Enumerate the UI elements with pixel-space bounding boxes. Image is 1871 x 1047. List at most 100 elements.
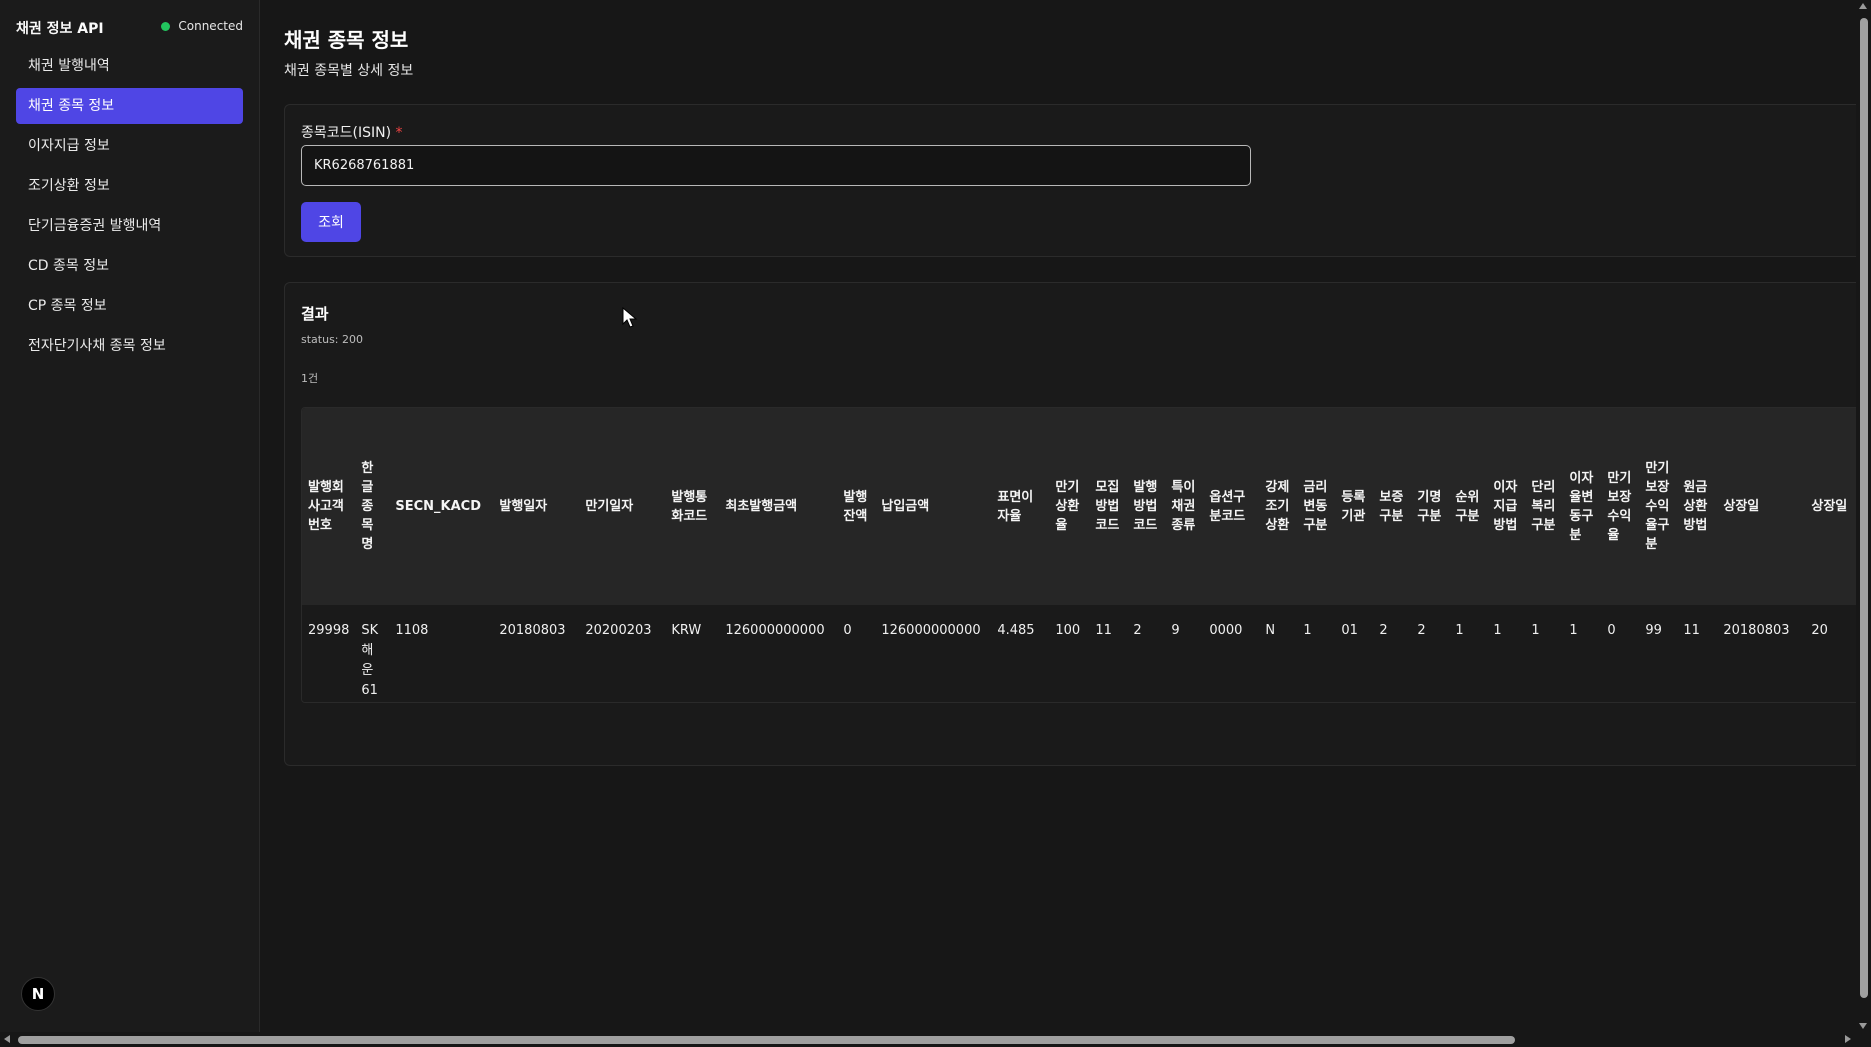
table-cell: 20180803: [1723, 623, 1790, 638]
app-title: 채권 정보 API: [16, 21, 104, 37]
table-cell: 20200203: [585, 623, 652, 638]
result-table-container[interactable]: 발행회사고객번호 한글종목명 SECN_KACD 발행일자 만기일자 발행통화코…: [301, 407, 1856, 703]
column-header: 한글종목명: [355, 408, 390, 605]
page-subtitle: 채권 종목별 상세 정보: [284, 63, 414, 79]
table-cell: SK해운61: [361, 623, 379, 698]
scroll-right-arrow-icon[interactable]: [1845, 1035, 1851, 1043]
column-header: 옵션구분코드: [1203, 408, 1260, 605]
scroll-down-arrow-icon[interactable]: [1859, 1023, 1867, 1029]
table-cell: 0000: [1209, 623, 1243, 638]
sidebar-item-electronic-short-term-bond[interactable]: 전자단기사채 종목 정보: [16, 328, 243, 364]
table-cell: 01: [1341, 623, 1358, 638]
table-cell: 1: [1455, 623, 1464, 638]
column-header: 등록기관: [1335, 408, 1374, 605]
column-header: 발행잔액: [837, 408, 876, 605]
table-cell: 20180803: [499, 623, 566, 638]
column-header: 상장일: [1717, 408, 1806, 605]
isin-label-text: 종목코드(ISIN): [301, 125, 392, 141]
table-cell: 2: [1417, 623, 1426, 638]
table-cell: 100: [1055, 623, 1081, 638]
table-cell: 1: [1303, 623, 1312, 638]
table-cell: 2: [1133, 623, 1142, 638]
table-cell: 1: [1569, 623, 1578, 638]
column-header: 발행방법코드: [1127, 408, 1166, 605]
column-header: 이자지급방법: [1487, 408, 1526, 605]
column-header: 강제조기상환: [1259, 408, 1298, 605]
column-header: 순위구분: [1449, 408, 1488, 605]
vertical-scroll-thumb[interactable]: [1860, 18, 1868, 998]
column-header: 상장일: [1805, 408, 1856, 605]
table-cell: 0: [1607, 623, 1616, 638]
column-header: 특이채권종류: [1165, 408, 1204, 605]
mouse-pointer-icon: [622, 307, 638, 328]
connection-status: Connected: [161, 19, 243, 33]
column-header: SECN_KACD: [389, 408, 494, 605]
search-button[interactable]: 조회: [301, 202, 361, 242]
column-header: 모집방법코드: [1089, 408, 1128, 605]
table-cell: N: [1265, 623, 1276, 638]
table-cell: 2: [1379, 623, 1388, 638]
table-cell: 11: [1683, 623, 1700, 638]
main-content: 채권 종목 정보 채권 종목별 상세 정보 종목코드(ISIN) * 조회 결과…: [260, 0, 1856, 1030]
horizontal-scrollbar[interactable]: [0, 1032, 1871, 1047]
sidebar-item-bond-issuance[interactable]: 채권 발행내역: [16, 48, 243, 84]
column-header: 최초발행금액: [719, 408, 838, 605]
status-dot-icon: [161, 21, 171, 31]
column-header: 원금상환방법: [1677, 408, 1718, 605]
table-cell: 1: [1493, 623, 1502, 638]
connection-status-label: Connected: [178, 19, 243, 33]
table-cell: 1: [1531, 623, 1540, 638]
sidebar-item-early-redemption[interactable]: 조기상환 정보: [16, 168, 243, 204]
column-header: 만기상환율: [1049, 408, 1090, 605]
sidebar: 채권 정보 API Connected 채권 발행내역 채권 종목 정보 이자지…: [0, 0, 260, 1047]
result-table: 발행회사고객번호 한글종목명 SECN_KACD 발행일자 만기일자 발행통화코…: [302, 408, 1856, 702]
scroll-up-arrow-icon[interactable]: [1859, 3, 1867, 9]
column-header: 발행회사고객번호: [302, 408, 356, 605]
column-header: 기명구분: [1411, 408, 1450, 605]
column-header: 단리복리구분: [1525, 408, 1564, 605]
sidebar-item-bond-info[interactable]: 채권 종목 정보: [16, 88, 243, 124]
column-header: 발행통화코드: [665, 408, 720, 605]
status-text: status: 200: [301, 333, 363, 346]
column-header: 발행일자: [493, 408, 580, 605]
isin-field-label: 종목코드(ISIN) *: [301, 122, 403, 142]
app-window: 채권 정보 API Connected 채권 발행내역 채권 종목 정보 이자지…: [0, 0, 1871, 1047]
column-header: 만기보장수익율구분: [1639, 408, 1678, 605]
column-header: 보증구분: [1373, 408, 1412, 605]
sidebar-item-short-term-securities[interactable]: 단기금융증권 발행내역: [16, 208, 243, 244]
table-cell: 9: [1171, 623, 1180, 638]
table-cell: 126000000000: [881, 623, 981, 638]
table-header-row: 발행회사고객번호 한글종목명 SECN_KACD 발행일자 만기일자 발행통화코…: [302, 408, 1856, 605]
isin-input[interactable]: [301, 145, 1251, 186]
column-header: 만기보장수익율: [1601, 408, 1640, 605]
result-title: 결과: [301, 305, 329, 323]
column-header: 이자율변동구분: [1563, 408, 1602, 605]
table-cell: 4.485: [997, 623, 1035, 638]
sidebar-item-interest-payment[interactable]: 이자지급 정보: [16, 128, 243, 164]
vertical-scrollbar[interactable]: [1856, 0, 1871, 1032]
scroll-left-arrow-icon[interactable]: [4, 1035, 10, 1043]
avatar[interactable]: N: [21, 977, 55, 1011]
table-cell: 0: [843, 623, 852, 638]
sidebar-item-cd-info[interactable]: CD 종목 정보: [16, 248, 243, 284]
search-form-card: 종목코드(ISIN) * 조회: [284, 104, 1856, 257]
sidebar-nav: 채권 발행내역 채권 종목 정보 이자지급 정보 조기상환 정보 단기금융증권 …: [16, 48, 243, 368]
column-header: 금리변동구분: [1297, 408, 1336, 605]
sidebar-item-cp-info[interactable]: CP 종목 정보: [16, 288, 243, 324]
table-row: 29998 SK해운61 1108 20180803 20200203 KRW …: [302, 605, 1856, 702]
horizontal-scroll-thumb[interactable]: [18, 1036, 1515, 1044]
column-header: 납입금액: [875, 408, 992, 605]
result-card: 결과 status: 200 1건 발행회사고객번호 한글종목명 SECN_KA…: [284, 282, 1856, 766]
table-cell: 99: [1645, 623, 1662, 638]
required-mark: *: [395, 125, 403, 141]
result-count: 1건: [301, 372, 319, 385]
table-cell: 11: [1095, 623, 1112, 638]
table-cell: 29998: [308, 623, 350, 638]
column-header: 만기일자: [579, 408, 666, 605]
table-cell: 1108: [395, 623, 429, 638]
table-cell: 20: [1811, 623, 1828, 638]
table-cell: 126000000000: [725, 623, 825, 638]
column-header: 표면이자율: [991, 408, 1050, 605]
table-cell: KRW: [671, 623, 702, 638]
page-title: 채권 종목 정보: [284, 28, 409, 52]
